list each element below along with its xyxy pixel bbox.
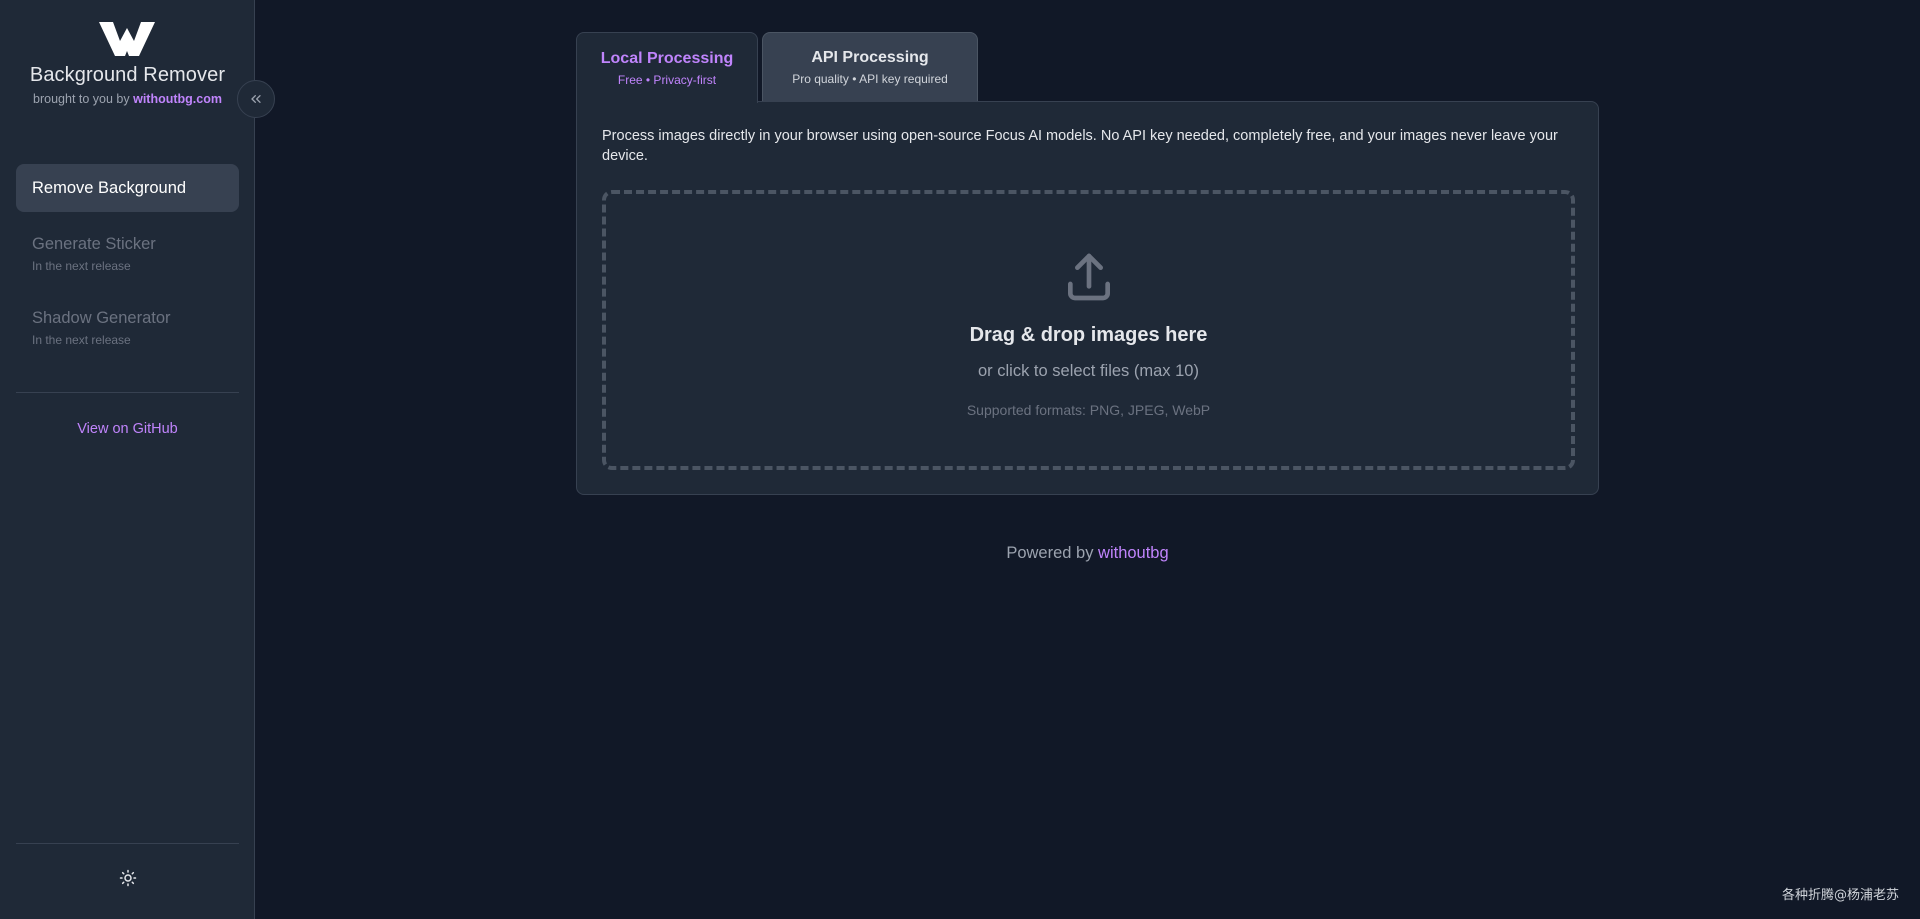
- nav-item-label: Generate Sticker: [32, 235, 156, 253]
- app-root: Background Remover brought to you by wit…: [0, 0, 1920, 919]
- theme-toggle-button[interactable]: [116, 866, 140, 890]
- double-chevron-left-icon: [251, 95, 261, 103]
- github-link[interactable]: View on GitHub: [0, 421, 255, 437]
- nav-item-remove-background[interactable]: Remove Background: [16, 164, 239, 212]
- tab-subtitle: Pro quality • API key required: [792, 72, 948, 86]
- sidebar-collapse-button[interactable]: [237, 80, 275, 118]
- nav-item-label: Remove Background: [32, 178, 187, 197]
- brand-title: Background Remover: [29, 64, 226, 86]
- withoutbg-logo: [99, 22, 155, 56]
- sidebar-divider-bottom: [16, 843, 239, 844]
- dropzone-title: Drag & drop images here: [969, 324, 1208, 346]
- powered-by: Powered by withoutbg: [576, 544, 1599, 563]
- panel-description: Process images directly in your browser …: [602, 128, 1558, 164]
- dropzone-formats: Supported formats: PNG, JPEG, WebP: [966, 402, 1211, 418]
- powered-by-link[interactable]: withoutbg: [1098, 544, 1169, 562]
- sidebar-divider: [16, 392, 239, 393]
- tab-label: API Processing: [811, 49, 929, 66]
- tab-api-processing[interactable]: API Processing Pro quality • API key req…: [762, 32, 978, 102]
- tab-label: Local Processing: [600, 50, 734, 67]
- local-processing-panel: Process images directly in your browser …: [576, 101, 1599, 495]
- image-dropzone[interactable]: Drag & drop images here or click to sele…: [602, 190, 1575, 470]
- brand-subtitle: brought to you by withoutbg.com: [0, 92, 255, 106]
- nav-item-note: In the next release: [32, 259, 131, 273]
- brand-sub-prefix: brought to you by: [33, 92, 134, 106]
- nav-item-generate-sticker: Generate Sticker In the next release: [16, 235, 239, 285]
- tab-local-processing[interactable]: Local Processing Free • Privacy-first: [576, 32, 758, 103]
- tab-subtitle: Free • Privacy-first: [617, 73, 717, 87]
- nav-item-label: Shadow Generator: [32, 309, 171, 327]
- upload-icon: [1068, 253, 1110, 301]
- powered-by-prefix: Powered by: [1006, 544, 1099, 562]
- nav-item-shadow-generator: Shadow Generator In the next release: [16, 309, 239, 359]
- brand-link[interactable]: withoutbg.com: [133, 92, 222, 106]
- watermark-text: 各种折腾@杨浦老苏: [1781, 888, 1899, 903]
- dropzone-subtitle: or click to select files (max 10): [978, 362, 1199, 380]
- nav-item-note: In the next release: [32, 333, 131, 347]
- sun-icon: [119, 869, 137, 887]
- sidebar: Background Remover brought to you by wit…: [0, 0, 255, 919]
